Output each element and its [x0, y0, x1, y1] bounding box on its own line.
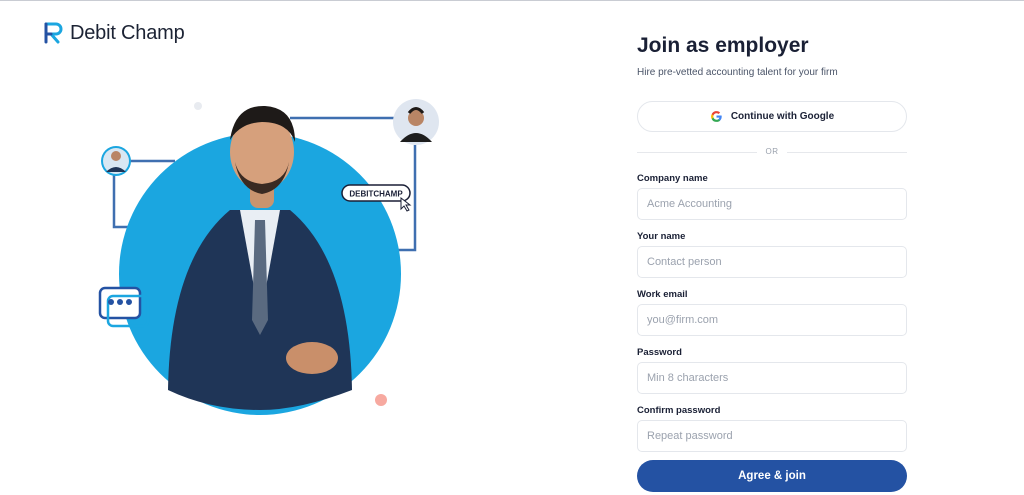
top-border	[0, 0, 1024, 1]
avatar-small-right	[393, 99, 439, 145]
page-title: Join as employer	[637, 34, 809, 57]
company-name-input[interactable]	[637, 188, 907, 220]
work-email-label: Work email	[637, 289, 688, 300]
work-email-input[interactable]	[637, 304, 907, 336]
your-name-input[interactable]	[637, 246, 907, 278]
hero-graphic: DEBITCHAMP	[98, 99, 439, 415]
avatar-small-left	[101, 146, 131, 176]
password-label: Password	[637, 347, 682, 358]
google-button-label: Continue with Google	[730, 111, 835, 122]
page-subtitle: Hire pre-vetted accounting talent for yo…	[637, 67, 838, 78]
logo-icon	[44, 22, 63, 44]
badge-text: DEBITCHAMP	[349, 190, 403, 199]
password-input[interactable]	[637, 362, 907, 394]
confirm-password-label: Confirm password	[637, 405, 721, 416]
brand-name: Debit Champ	[70, 21, 185, 44]
google-icon	[710, 111, 722, 122]
divider-line-right	[787, 152, 907, 153]
company-name-label: Company name	[637, 173, 708, 184]
continue-with-google-button[interactable]: Continue with Google	[637, 101, 907, 132]
your-name-label: Your name	[637, 231, 686, 242]
hero-illustration: DEBITCHAMP	[90, 90, 450, 430]
agree-and-join-button[interactable]: Agree & join	[637, 460, 907, 492]
brand[interactable]: Debit Champ	[42, 21, 185, 45]
or-divider: OR	[637, 147, 907, 157]
confirm-password-input[interactable]	[637, 420, 907, 452]
